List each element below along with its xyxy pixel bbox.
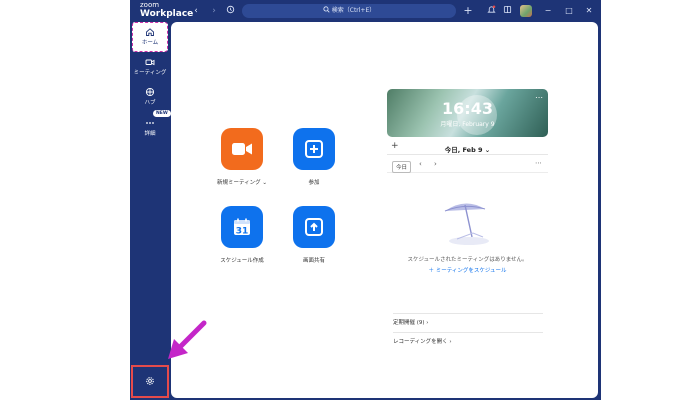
new-meeting-tile[interactable] <box>221 128 263 170</box>
next-day-icon[interactable]: › <box>434 160 437 168</box>
share-screen-button[interactable]: 画面共有 <box>284 206 344 264</box>
today-button[interactable]: 今日 <box>392 161 412 173</box>
open-recordings-row[interactable]: レコーディングを開く › <box>393 332 543 350</box>
schedule-tile[interactable]: 31 <box>221 206 263 248</box>
sidebar-item-label: ホーム <box>141 40 159 46</box>
plus-icon <box>305 140 323 158</box>
hub-icon <box>145 87 155 97</box>
schedule-label: スケジュール作成 <box>220 258 264 264</box>
sidebar-item-more[interactable]: NEW 詳細 <box>132 110 171 144</box>
schedule-meeting-link[interactable]: ＋ ミーティングをスケジュール <box>387 266 548 274</box>
share-up-icon <box>305 218 323 236</box>
search-input[interactable]: 検索（Ctrl+E） <box>242 4 456 18</box>
chevron-right-icon: › <box>426 320 429 326</box>
title-bar: zoom Workplace ‹ › 検索（Ctrl+E） + − □ ✕ <box>130 0 601 22</box>
sidebar-item-home[interactable]: ホーム <box>132 22 168 52</box>
whiteboard-icon[interactable] <box>501 5 513 17</box>
calendar-toolbar: 今日 ‹ › ⋯ <box>387 159 548 173</box>
join-label: 参加 <box>308 180 320 186</box>
chevron-right-icon: › <box>449 339 452 345</box>
beach-umbrella-illustration <box>439 199 495 255</box>
clock-date: 月曜日, February 9 <box>440 121 495 128</box>
sidebar-item-label: ミーティング <box>133 70 167 76</box>
banner-more-icon[interactable]: ⋯ <box>535 93 543 102</box>
clock-time: 16:43 <box>442 99 493 118</box>
calendar-panel: 16:43 月曜日, February 9 ⋯ + 今日, Feb 9 ⌄ 今日… <box>387 89 548 345</box>
minimize-button[interactable]: − <box>541 4 555 18</box>
new-meeting-label: 新規ミーティング ⌄ <box>216 180 268 186</box>
home-main: 新規ミーティング ⌄ 参加 31 スケジュール作成 画面共有 16:43 月曜日… <box>171 22 598 398</box>
search-placeholder: 検索（Ctrl+E） <box>331 7 376 14</box>
plus-icon: ＋ <box>428 268 434 274</box>
annotation-arrow-icon <box>168 320 207 359</box>
brand-small: zoom <box>140 1 160 9</box>
search-icon <box>323 6 330 13</box>
prev-day-icon[interactable]: ‹ <box>419 160 422 168</box>
day-header: + 今日, Feb 9 ⌄ <box>387 141 548 155</box>
video-icon <box>145 59 155 66</box>
recurring-meetings-row[interactable]: 定期開催 (9) › <box>393 313 543 331</box>
day-label[interactable]: 今日, Feb 9 ⌄ <box>387 144 548 154</box>
calendar-day-number: 31 <box>236 227 249 237</box>
empty-schedule-message: スケジュールされたミーティングはありません。 <box>407 257 528 263</box>
back-icon[interactable]: ‹ <box>190 5 202 17</box>
clock-banner: 16:43 月曜日, February 9 ⋯ <box>387 89 548 137</box>
sidebar-item-label: ハブ <box>144 100 156 106</box>
bell-icon[interactable] <box>485 5 497 17</box>
gear-icon <box>146 377 154 385</box>
app-brand: zoom Workplace <box>140 2 193 19</box>
sidebar-item-hub[interactable]: ハブ <box>132 83 168 113</box>
history-icon[interactable] <box>224 5 236 17</box>
new-meeting-button[interactable]: 新規ミーティング ⌄ <box>212 128 272 186</box>
brand-title: Workplace <box>140 9 194 19</box>
chevron-down-icon[interactable]: ⌄ <box>262 180 267 186</box>
home-icon <box>146 28 154 36</box>
calendar-icon: 31 <box>234 218 250 237</box>
video-camera-icon <box>232 143 252 155</box>
settings-button[interactable] <box>131 365 169 398</box>
forward-icon[interactable]: › <box>208 5 220 17</box>
new-badge: NEW <box>153 110 171 117</box>
chevron-down-icon: ⌄ <box>484 146 491 154</box>
screenshot-canvas: zoom Workplace ‹ › 検索（Ctrl+E） + − □ ✕ ホー… <box>0 0 700 400</box>
calendar-more-icon[interactable]: ⋯ <box>535 159 542 167</box>
join-tile[interactable] <box>293 128 335 170</box>
share-screen-label: 画面共有 <box>302 258 325 264</box>
schedule-button[interactable]: 31 スケジュール作成 <box>212 206 272 264</box>
join-button[interactable]: 参加 <box>284 128 344 186</box>
close-button[interactable]: ✕ <box>582 4 596 18</box>
plus-icon[interactable]: + <box>462 5 474 17</box>
share-screen-tile[interactable] <box>293 206 335 248</box>
sidebar-item-meetings[interactable]: ミーティング <box>132 53 168 83</box>
avatar[interactable] <box>520 5 532 17</box>
maximize-button[interactable]: □ <box>562 4 576 18</box>
more-icon <box>146 122 154 124</box>
sidebar-item-label: 詳細 <box>144 131 156 137</box>
